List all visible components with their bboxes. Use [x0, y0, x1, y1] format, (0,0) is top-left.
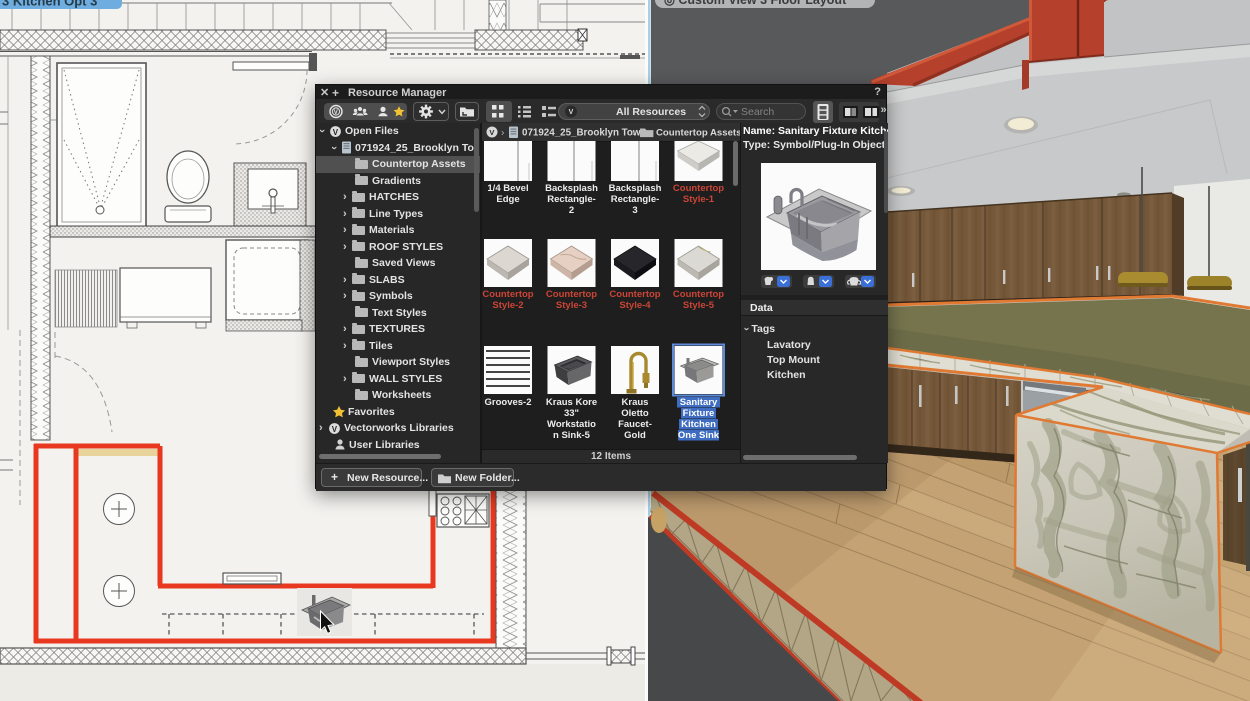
svg-text:Countertop: Countertop	[673, 183, 724, 194]
svg-text:Backsplash: Backsplash	[609, 183, 662, 194]
svg-text:Kraus Kore: Kraus Kore	[546, 397, 597, 408]
svg-text:V: V	[489, 128, 494, 137]
svg-text:Style-4: Style-4	[619, 300, 651, 311]
svg-text:V: V	[332, 425, 338, 434]
svg-text:Workstatio: Workstatio	[547, 419, 596, 430]
svg-text:3 Kitchen Opt 3: 3 Kitchen Opt 3	[2, 0, 97, 9]
svg-text:Style-5: Style-5	[683, 300, 715, 311]
svg-text:All Resources: All Resources	[616, 106, 686, 118]
svg-text:V: V	[333, 128, 339, 137]
svg-text:Kraus: Kraus	[622, 397, 649, 408]
svg-text:V: V	[569, 109, 574, 116]
svg-text:Faucet-: Faucet-	[618, 419, 652, 430]
svg-text:Gold: Gold	[624, 430, 646, 441]
svg-text:071924_25_Brooklyn Tow: 071924_25_Brooklyn Tow	[522, 128, 641, 139]
svg-text:33": 33"	[564, 408, 579, 419]
svg-text:Kitchen: Kitchen	[681, 419, 716, 430]
svg-text:Countertop: Countertop	[609, 289, 660, 300]
svg-text:One Sink: One Sink	[678, 430, 720, 441]
svg-text:Style-3: Style-3	[556, 300, 587, 311]
svg-text:Sanitary: Sanitary	[680, 397, 718, 408]
svg-text:Countertop: Countertop	[546, 289, 597, 300]
svg-text:›: ›	[501, 128, 504, 139]
svg-text:Countertop: Countertop	[482, 289, 533, 300]
svg-text:Backsplash: Backsplash	[545, 183, 598, 194]
svg-text:Search: Search	[741, 106, 774, 118]
svg-text:1/4 Bevel: 1/4 Bevel	[487, 183, 528, 194]
svg-text:Countertop: Countertop	[673, 289, 724, 300]
svg-text:Fixture: Fixture	[683, 408, 715, 419]
svg-text:›: ›	[632, 128, 635, 139]
svg-text:Oletto: Oletto	[621, 408, 649, 419]
svg-text:◎ Custom View 3 Floor Layout: ◎ Custom View 3 Floor Layout	[664, 0, 847, 7]
svg-text:Edge: Edge	[496, 194, 519, 205]
svg-text:Rectangle-: Rectangle-	[611, 194, 660, 205]
svg-text:Grooves-2: Grooves-2	[485, 397, 532, 408]
svg-text:2: 2	[569, 205, 574, 216]
svg-text:Style-1: Style-1	[683, 194, 715, 205]
svg-text:Countertop Assets: Countertop Assets	[656, 128, 740, 139]
svg-text:3: 3	[632, 205, 637, 216]
svg-text:n Sink-5: n Sink-5	[553, 430, 591, 441]
svg-text:Rectangle-: Rectangle-	[547, 194, 596, 205]
svg-text:V: V	[334, 110, 338, 116]
svg-text:Style-2: Style-2	[492, 300, 523, 311]
